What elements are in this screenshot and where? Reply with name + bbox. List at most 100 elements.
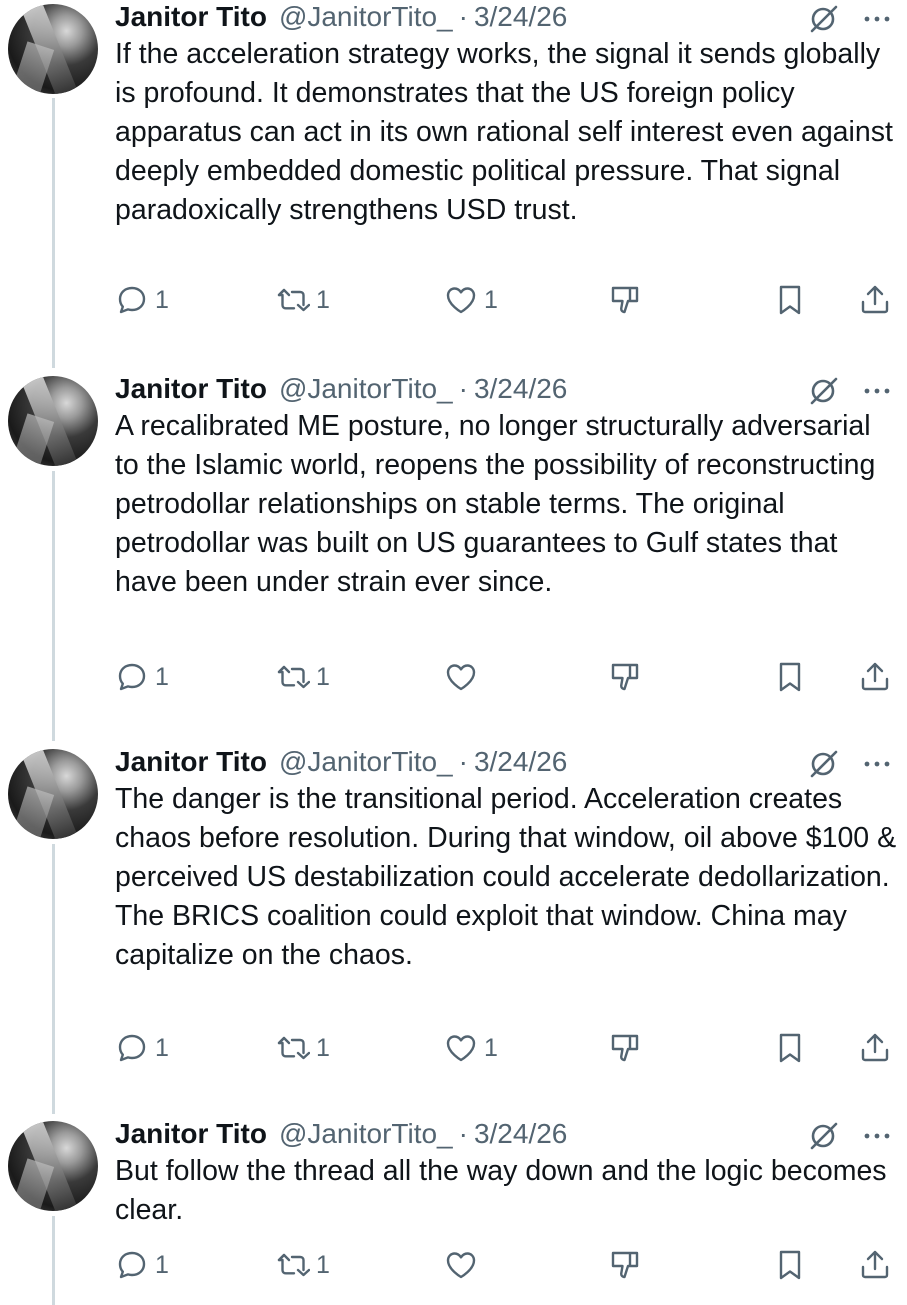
grok-icon[interactable]: [806, 374, 840, 408]
bookmark-icon: [779, 285, 801, 315]
separator-dot: ·: [458, 373, 468, 404]
thread-line: [52, 98, 55, 368]
tweet-date[interactable]: 3/24/26: [474, 373, 567, 405]
author-name[interactable]: Janitor Tito: [115, 746, 267, 778]
dislike-button[interactable]: [608, 1245, 642, 1285]
reply-button[interactable]: 1: [115, 657, 169, 697]
like-count: 1: [484, 1033, 498, 1062]
tweet-header: Janitor Tito @JanitorTito_ · 3/24/26: [115, 1117, 567, 1151]
dislike-button[interactable]: [608, 1028, 642, 1068]
repost-button[interactable]: 1: [276, 280, 330, 320]
repost-button[interactable]: 1: [276, 1028, 330, 1068]
repost-icon: [277, 1253, 310, 1277]
repost-icon: [277, 665, 310, 689]
share-button[interactable]: [858, 1028, 892, 1068]
grok-icon[interactable]: [806, 2, 840, 36]
avatar[interactable]: [8, 376, 98, 466]
separator-dot: ·: [458, 1118, 468, 1149]
tweet-header: Janitor Tito @JanitorTito_ · 3/24/26: [115, 372, 567, 406]
share-button[interactable]: [858, 657, 892, 697]
author-handle[interactable]: @JanitorTito_: [279, 1, 453, 33]
heart-icon: [446, 1252, 476, 1279]
action-bar: 1 1 1: [0, 1028, 907, 1068]
repost-count: 1: [316, 1033, 330, 1062]
dislike-icon: [611, 1034, 639, 1062]
dislike-icon: [611, 663, 639, 691]
reply-count: 1: [155, 1033, 169, 1062]
repost-count: 1: [316, 285, 330, 314]
tweet-date[interactable]: 3/24/26: [474, 1118, 567, 1150]
share-button[interactable]: [858, 280, 892, 320]
like-count: 1: [484, 285, 498, 314]
like-button[interactable]: [444, 657, 484, 697]
more-icon[interactable]: [860, 1119, 894, 1153]
share-icon: [861, 1250, 889, 1279]
repost-button[interactable]: 1: [276, 1245, 330, 1285]
tweet-date[interactable]: 3/24/26: [474, 746, 567, 778]
tweet-date[interactable]: 3/24/26: [474, 1, 567, 33]
bookmark-button[interactable]: [773, 1028, 807, 1068]
heart-icon: [446, 664, 476, 691]
action-bar: 1 1: [0, 657, 907, 697]
reply-button[interactable]: 1: [115, 1245, 169, 1285]
avatar[interactable]: [8, 4, 98, 94]
action-bar: 1 1 1: [0, 280, 907, 320]
bookmark-icon: [779, 1250, 801, 1280]
bookmark-button[interactable]: [773, 1245, 807, 1285]
dislike-icon: [611, 286, 639, 314]
action-bar: 1 1: [0, 1245, 907, 1285]
dislike-button[interactable]: [608, 280, 642, 320]
reply-icon: [118, 1034, 146, 1062]
tweet-text: But follow the thread all the way down a…: [115, 1155, 887, 1226]
repost-icon: [277, 1036, 310, 1060]
grok-icon[interactable]: [806, 1119, 840, 1153]
share-icon: [861, 1033, 889, 1062]
reply-count: 1: [155, 1250, 169, 1279]
avatar[interactable]: [8, 1121, 98, 1211]
tweet-header: Janitor Tito @JanitorTito_ · 3/24/26: [115, 0, 567, 34]
bookmark-icon: [779, 662, 801, 692]
separator-dot: ·: [458, 746, 468, 777]
heart-icon: [446, 287, 476, 314]
reply-button[interactable]: 1: [115, 1028, 169, 1068]
repost-count: 1: [316, 1250, 330, 1279]
repost-count: 1: [316, 662, 330, 691]
dislike-icon: [611, 1251, 639, 1279]
repost-button[interactable]: 1: [276, 657, 330, 697]
bookmark-button[interactable]: [773, 657, 807, 697]
author-handle[interactable]: @JanitorTito_: [279, 1118, 453, 1150]
share-icon: [861, 285, 889, 314]
bookmark-button[interactable]: [773, 280, 807, 320]
like-button[interactable]: [444, 1245, 484, 1285]
author-name[interactable]: Janitor Tito: [115, 1118, 267, 1150]
avatar[interactable]: [8, 749, 98, 839]
thread-line: [52, 471, 55, 741]
author-handle[interactable]: @JanitorTito_: [279, 746, 453, 778]
author-name[interactable]: Janitor Tito: [115, 1, 267, 33]
more-icon[interactable]: [860, 747, 894, 781]
heart-icon: [446, 1035, 476, 1062]
dislike-button[interactable]: [608, 657, 642, 697]
tweet-text: A recalibrated ME posture, no longer str…: [115, 410, 876, 598]
repost-icon: [277, 288, 310, 312]
more-icon[interactable]: [860, 374, 894, 408]
reply-icon: [118, 1251, 146, 1279]
share-button[interactable]: [858, 1245, 892, 1285]
bookmark-icon: [779, 1033, 801, 1063]
grok-icon[interactable]: [806, 747, 840, 781]
tweet-header: Janitor Tito @JanitorTito_ · 3/24/26: [115, 745, 567, 779]
reply-count: 1: [155, 662, 169, 691]
reply-icon: [118, 663, 146, 691]
like-button[interactable]: 1: [444, 1028, 498, 1068]
tweet-text: The danger is the transitional period. A…: [115, 783, 897, 971]
author-handle[interactable]: @JanitorTito_: [279, 373, 453, 405]
more-icon[interactable]: [860, 2, 894, 36]
reply-button[interactable]: 1: [115, 280, 169, 320]
separator-dot: ·: [458, 1, 468, 32]
reply-count: 1: [155, 285, 169, 314]
share-icon: [861, 662, 889, 691]
reply-icon: [118, 286, 146, 314]
thread-line: [52, 844, 55, 1114]
like-button[interactable]: 1: [444, 280, 498, 320]
author-name[interactable]: Janitor Tito: [115, 373, 267, 405]
